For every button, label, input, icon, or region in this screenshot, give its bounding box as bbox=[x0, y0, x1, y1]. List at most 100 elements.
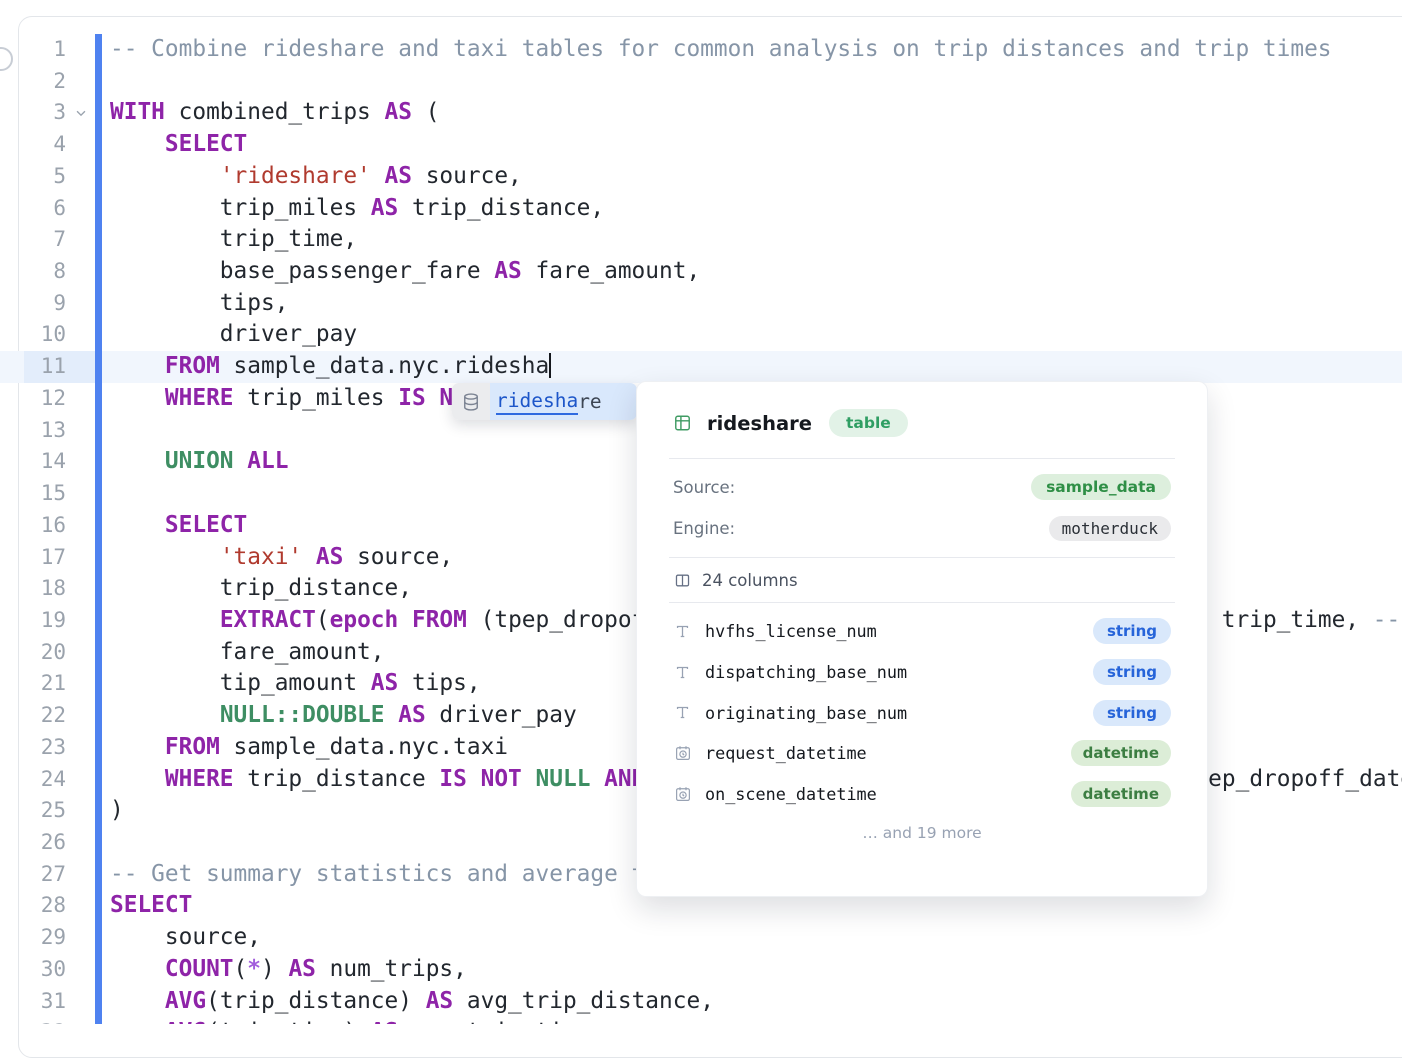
column-list-item[interactable]: request_datetime datetime bbox=[637, 733, 1207, 774]
database-icon bbox=[452, 383, 490, 420]
code-text: tips, bbox=[110, 288, 288, 320]
code-text: WITH combined_trips AS ( bbox=[110, 97, 439, 129]
column-list-item[interactable]: dispatching_base_numstring bbox=[637, 652, 1207, 693]
code-line[interactable]: 29 source, bbox=[0, 922, 1402, 954]
columns-icon bbox=[673, 572, 692, 589]
code-line[interactable]: 8 base_passenger_fare AS fare_amount, bbox=[0, 256, 1402, 288]
code-text: FROM sample_data.nyc.ridesha bbox=[110, 351, 551, 383]
code-text: -- Combine rideshare and taxi tables for… bbox=[110, 34, 1332, 66]
line-number: 7 bbox=[0, 224, 66, 256]
code-line[interactable]: 7 trip_time, bbox=[0, 224, 1402, 256]
code-text: source, bbox=[110, 922, 261, 954]
line-number: 23 bbox=[0, 732, 66, 764]
line-number: 30 bbox=[0, 954, 66, 986]
more-columns-label: … and 19 more bbox=[637, 814, 1207, 842]
chevron-down-icon[interactable] bbox=[74, 99, 92, 127]
code-text: COUNT(*) AS num_trips, bbox=[110, 954, 467, 986]
line-number: 15 bbox=[0, 478, 66, 510]
autocomplete-dropdown[interactable]: rideshare bbox=[452, 383, 637, 420]
code-line[interactable]: 3 WITH combined_trips AS ( bbox=[0, 97, 1402, 129]
code-text: trip_distance, bbox=[110, 573, 412, 605]
text-type-icon bbox=[673, 704, 692, 721]
code-line[interactable]: 30 COUNT(*) AS num_trips, bbox=[0, 954, 1402, 986]
code-line[interactable]: 4 SELECT bbox=[0, 129, 1402, 161]
line-number: 12 bbox=[0, 383, 66, 415]
line-number: 32 bbox=[0, 1017, 66, 1024]
column-list-item[interactable]: on_scene_datetime datetime bbox=[637, 774, 1207, 815]
divider bbox=[669, 602, 1175, 603]
line-number: 6 bbox=[0, 193, 66, 225]
column-info: request_datetime bbox=[673, 743, 867, 763]
line-number: 10 bbox=[0, 319, 66, 351]
columns-count-label: 24 columns bbox=[702, 571, 798, 590]
code-line[interactable]: 9 tips, bbox=[0, 288, 1402, 320]
line-number: 17 bbox=[0, 542, 66, 574]
column-name: dispatching_base_num bbox=[705, 662, 907, 682]
column-info: originating_base_num bbox=[673, 703, 907, 723]
line-number: 26 bbox=[0, 827, 66, 859]
line-number: 13 bbox=[0, 415, 66, 447]
autocomplete-match-text: ridesha bbox=[496, 389, 578, 415]
line-number: 5 bbox=[0, 161, 66, 193]
column-list-item[interactable]: hvfhs_license_num string bbox=[637, 611, 1207, 652]
text-type-icon bbox=[673, 664, 692, 681]
source-row: Source: sample_data bbox=[637, 459, 1207, 500]
type-badge: table bbox=[829, 409, 908, 437]
code-line[interactable]: 6 trip_miles AS trip_distance, bbox=[0, 193, 1402, 225]
source-label: Source: bbox=[673, 478, 735, 497]
engine-badge: motherduck bbox=[1049, 516, 1171, 541]
column-type-badge: string bbox=[1093, 700, 1171, 726]
line-number: 16 bbox=[0, 510, 66, 542]
datetime-icon bbox=[673, 785, 692, 803]
line-number: 24 bbox=[0, 764, 66, 796]
autocomplete-item-rideshare[interactable]: rideshare bbox=[490, 383, 637, 420]
code-text: fare_amount, bbox=[110, 637, 385, 669]
autocomplete-rest-text: re bbox=[578, 390, 601, 413]
code-line[interactable]: 2 bbox=[0, 66, 1402, 98]
column-name: request_datetime bbox=[705, 743, 867, 763]
column-type-badge: datetime bbox=[1071, 781, 1171, 807]
text-type-icon bbox=[673, 623, 692, 640]
code-text: AVG(trip_time) AS avg_trip_time, bbox=[110, 1017, 604, 1024]
line-number: 28 bbox=[0, 890, 66, 922]
code-text: 'taxi' AS source, bbox=[110, 542, 453, 574]
column-name: hvfhs_license_num bbox=[705, 621, 877, 641]
column-name: on_scene_datetime bbox=[705, 784, 877, 804]
code-text: tip_amount AS tips, bbox=[110, 668, 481, 700]
line-number: 20 bbox=[0, 637, 66, 669]
code-text: FROM sample_data.nyc.taxi bbox=[110, 732, 508, 764]
line-number: 11 bbox=[0, 351, 66, 383]
line-number: 3 bbox=[0, 97, 66, 129]
line-number: 18 bbox=[0, 573, 66, 605]
line-number: 9 bbox=[0, 288, 66, 320]
code-line[interactable]: 31 AVG(trip_distance) AS avg_trip_distan… bbox=[0, 986, 1402, 1018]
line-number: 31 bbox=[0, 986, 66, 1018]
engine-label: Engine: bbox=[673, 519, 735, 538]
code-line[interactable]: 5 'rideshare' AS source, bbox=[0, 161, 1402, 193]
line-number: 14 bbox=[0, 446, 66, 478]
git-change-bar bbox=[95, 34, 102, 1024]
line-number: 19 bbox=[0, 605, 66, 637]
line-number: 27 bbox=[0, 859, 66, 891]
column-type-badge: datetime bbox=[1071, 740, 1171, 766]
code-text: SELECT bbox=[110, 129, 247, 161]
line-number: 2 bbox=[0, 66, 66, 98]
line-number: 4 bbox=[0, 129, 66, 161]
popover-header: rideshare table bbox=[637, 382, 1207, 458]
line-number: 21 bbox=[0, 668, 66, 700]
column-info: hvfhs_license_num bbox=[673, 621, 877, 641]
code-text: NULL::DOUBLE AS driver_pay bbox=[110, 700, 577, 732]
popup-title: rideshare bbox=[707, 412, 812, 435]
code-line[interactable]: 32 AVG(trip_time) AS avg_trip_time, bbox=[0, 1017, 1402, 1024]
code-line[interactable]: 1-- Combine rideshare and taxi tables fo… bbox=[0, 34, 1402, 66]
line-number: 25 bbox=[0, 795, 66, 827]
code-text: ) bbox=[110, 795, 124, 827]
column-type-badge: string bbox=[1093, 618, 1171, 644]
code-line[interactable]: 11 FROM sample_data.nyc.ridesha bbox=[0, 351, 1402, 383]
code-line[interactable]: 10 driver_pay bbox=[0, 319, 1402, 351]
column-list-item[interactable]: originating_base_num string bbox=[637, 692, 1207, 733]
column-name: originating_base_num bbox=[705, 703, 907, 723]
line-number: 29 bbox=[0, 922, 66, 954]
code-text: trip_time, bbox=[110, 224, 357, 256]
table-info-popover: rideshare table Source: sample_data Engi… bbox=[636, 381, 1208, 897]
